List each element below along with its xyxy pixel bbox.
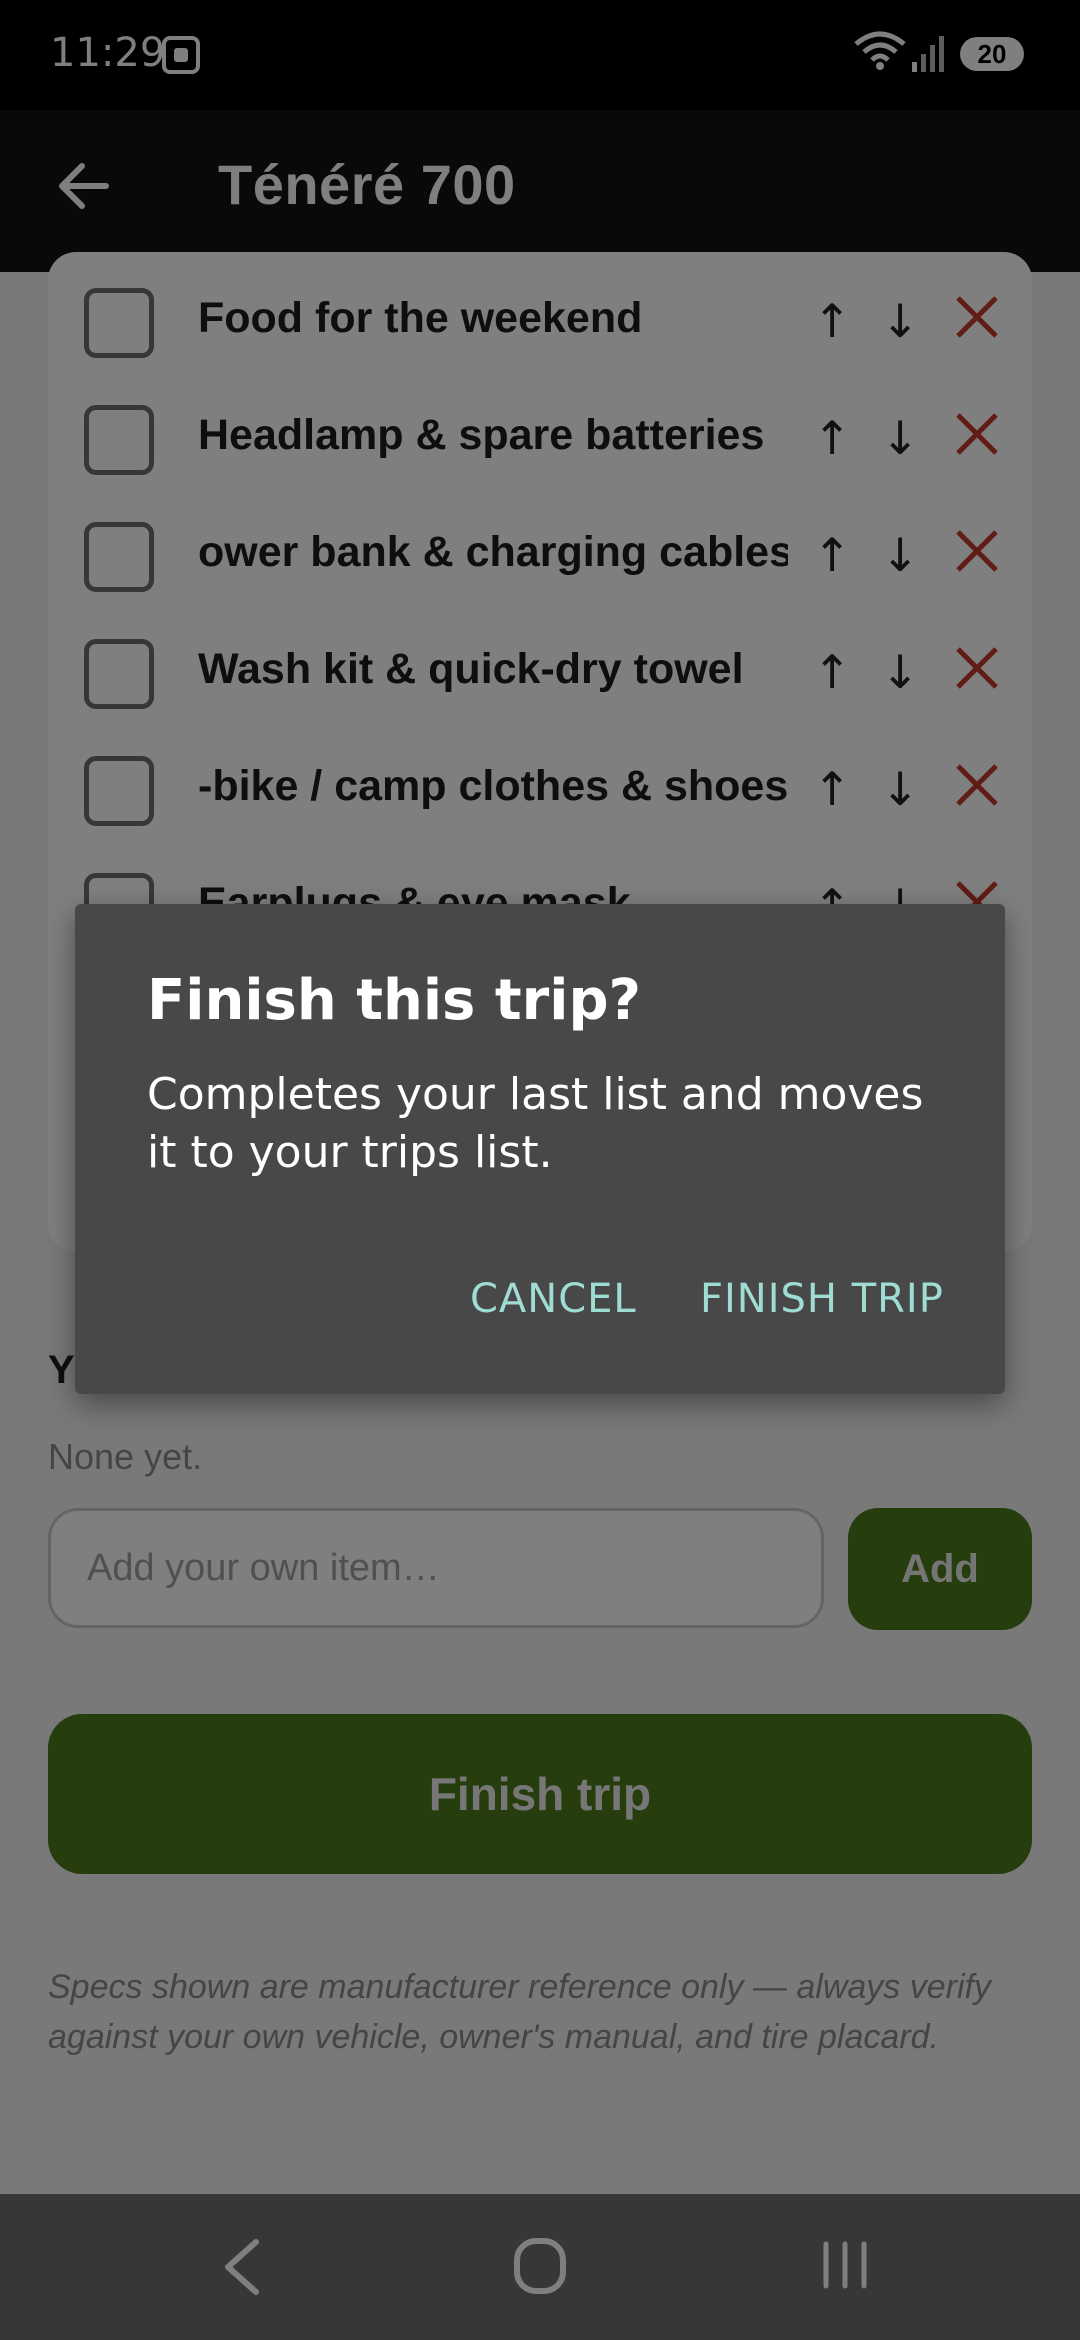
dialog-confirm-button[interactable]: FINISH TRIP (700, 1276, 944, 1322)
finish-trip-dialog: Finish this trip? Completes your last li… (75, 904, 1005, 1394)
dialog-cancel-button[interactable]: CANCEL (470, 1276, 637, 1322)
dialog-title: Finish this trip? (147, 968, 642, 1033)
dialog-message: Completes your last list and moves it to… (147, 1069, 924, 1178)
